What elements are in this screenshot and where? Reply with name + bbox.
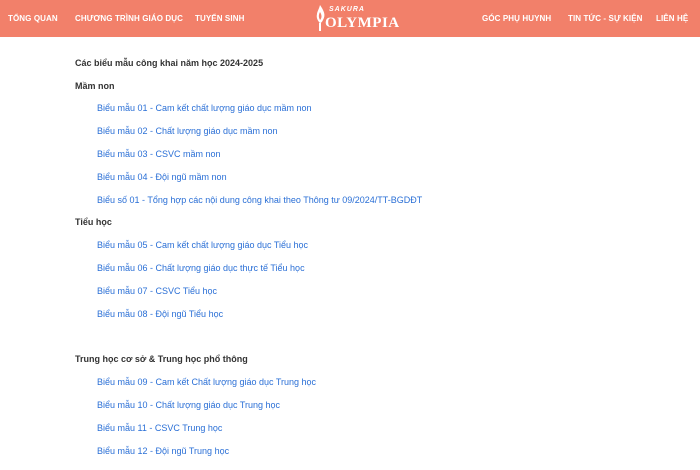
link-bieu-mau-08[interactable]: Biểu mẫu 08 - Đội ngũ Tiểu học [97, 309, 223, 319]
nav-lien-he[interactable]: LIÊN HỆ [656, 0, 688, 37]
link-bieu-mau-02[interactable]: Biểu mẫu 02 - Chất lượng giáo dục mầm no… [97, 126, 278, 136]
nav-goc-phu-huynh[interactable]: GÓC PHỤ HUYNH [482, 0, 551, 37]
link-bieu-mau-10[interactable]: Biểu mẫu 10 - Chất lượng giáo dục Trung … [97, 400, 280, 410]
link-bieu-mau-12[interactable]: Biểu mẫu 12 - Đội ngũ Trung học [97, 446, 229, 456]
nav-tong-quan[interactable]: TỔNG QUAN [8, 0, 58, 37]
logo-main-text: OLYMPIA [325, 15, 400, 31]
nav-tuyen-sinh[interactable]: TUYỂN SINH [195, 0, 244, 37]
site-logo[interactable]: SAKURA OLYMPIA [312, 2, 399, 35]
link-bieu-mau-06[interactable]: Biểu mẫu 06 - Chất lượng giáo dục thực t… [97, 263, 305, 273]
section-heading-mam-non: Mầm non [75, 81, 115, 91]
section-heading-tieu-hoc: Tiểu học [75, 217, 112, 227]
page-title: Các biểu mẫu công khai năm học 2024-2025 [75, 58, 264, 68]
link-bieu-mau-03[interactable]: Biểu mẫu 03 - CSVC mầm non [97, 149, 221, 159]
main-content: Các biểu mẫu công khai năm học 2024-2025… [0, 37, 700, 470]
link-bieu-so-01[interactable]: Biểu số 01 - Tổng hợp các nội dung công … [97, 195, 422, 205]
link-bieu-mau-04[interactable]: Biểu mẫu 04 - Đội ngũ mầm non [97, 172, 227, 182]
section-heading-trung-hoc: Trung học cơ sở & Trung học phổ thông [75, 354, 248, 364]
top-navigation-bar: TỔNG QUAN CHƯƠNG TRÌNH GIÁO DỤC TUYỂN SI… [0, 0, 700, 37]
logo-top-text: SAKURA [329, 6, 365, 13]
link-bieu-mau-05[interactable]: Biểu mẫu 05 - Cam kết chất lượng giáo dụ… [97, 240, 308, 250]
nav-chuong-trinh-giao-duc[interactable]: CHƯƠNG TRÌNH GIÁO DỤC [75, 0, 183, 37]
link-bieu-mau-01[interactable]: Biểu mẫu 01 - Cam kết chất lượng giáo dụ… [97, 103, 312, 113]
link-bieu-mau-11[interactable]: Biểu mẫu 11 - CSVC Trung học [97, 423, 222, 433]
link-bieu-mau-07[interactable]: Biểu mẫu 07 - CSVC Tiểu học [97, 286, 217, 296]
nav-tin-tuc-su-kien[interactable]: TIN TỨC - SỰ KIỆN [568, 0, 643, 37]
link-bieu-mau-09[interactable]: Biểu mẫu 09 - Cam kết Chất lượng giáo dụ… [97, 377, 316, 387]
